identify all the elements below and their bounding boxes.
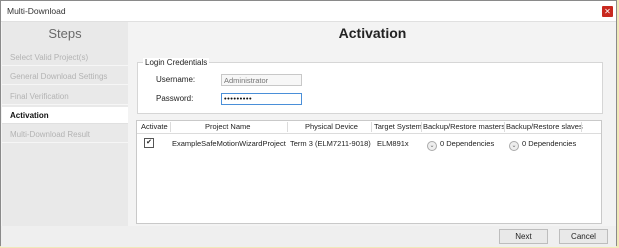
next-button[interactable]: Next [499, 229, 548, 244]
column-header-backup-masters[interactable]: Backup/Restore masters [423, 122, 505, 131]
close-icon[interactable]: ✕ [602, 6, 613, 17]
slaves-dependencies-label: 0 Dependencies [522, 139, 577, 148]
step-final-verification: Final Verification [2, 88, 128, 105]
column-header-target-system[interactable]: Target System [374, 122, 422, 131]
step-multi-download-result: Multi-Download Result [2, 126, 128, 143]
grid-header: Activate Project Name Physical Device Ta… [137, 121, 601, 134]
footer-bar: Next Cancel [1, 226, 616, 247]
column-header-physical-device[interactable]: Physical Device [305, 122, 358, 131]
projects-grid: Activate Project Name Physical Device Ta… [136, 120, 602, 224]
username-field[interactable] [221, 74, 302, 86]
login-credentials-group: Login Credentials Username: Password: ••… [137, 58, 603, 114]
chevron-down-icon: ⌄ [509, 141, 519, 151]
column-header-backup-slaves[interactable]: Backup/Restore slaves [506, 122, 583, 131]
main-panel: Activation Login Credentials Username: P… [129, 22, 616, 226]
column-header-activate[interactable]: Activate [141, 122, 168, 131]
password-label: Password: [156, 94, 194, 103]
login-credentials-legend: Login Credentials [143, 58, 210, 67]
slaves-dependencies-cell[interactable]: ⌄ 0 Dependencies [509, 139, 576, 151]
steps-sidebar: Steps Select Valid Project(s) General Do… [2, 22, 128, 226]
step-general-download-settings: General Download Settings [2, 68, 128, 85]
username-label: Username: [156, 75, 196, 84]
multi-download-window: Multi-Download ✕ Steps Select Valid Proj… [0, 0, 617, 247]
page-title: Activation [338, 25, 407, 41]
physical-device-cell: Term 3 (ELM7211-9018) [290, 139, 371, 148]
step-select-valid-projects: Select Valid Project(s) [2, 49, 128, 66]
chevron-down-icon: ⌄ [427, 141, 437, 151]
column-header-project-name[interactable]: Project Name [205, 122, 250, 131]
steps-title: Steps [48, 26, 82, 41]
step-activation: Activation [2, 107, 128, 124]
title-bar: Multi-Download ✕ [1, 1, 616, 22]
masters-dependencies-cell[interactable]: ⌄ 0 Dependencies [427, 139, 494, 151]
project-name-cell: ExampleSafeMotionWizardProject [172, 139, 286, 148]
window-title: Multi-Download [7, 6, 66, 16]
activate-checkbox[interactable]: ✔ [144, 138, 154, 148]
cancel-button[interactable]: Cancel [559, 229, 608, 244]
target-system-cell: ELM891x [377, 139, 409, 148]
password-field[interactable]: ••••••••• [221, 93, 302, 105]
masters-dependencies-label: 0 Dependencies [440, 139, 495, 148]
